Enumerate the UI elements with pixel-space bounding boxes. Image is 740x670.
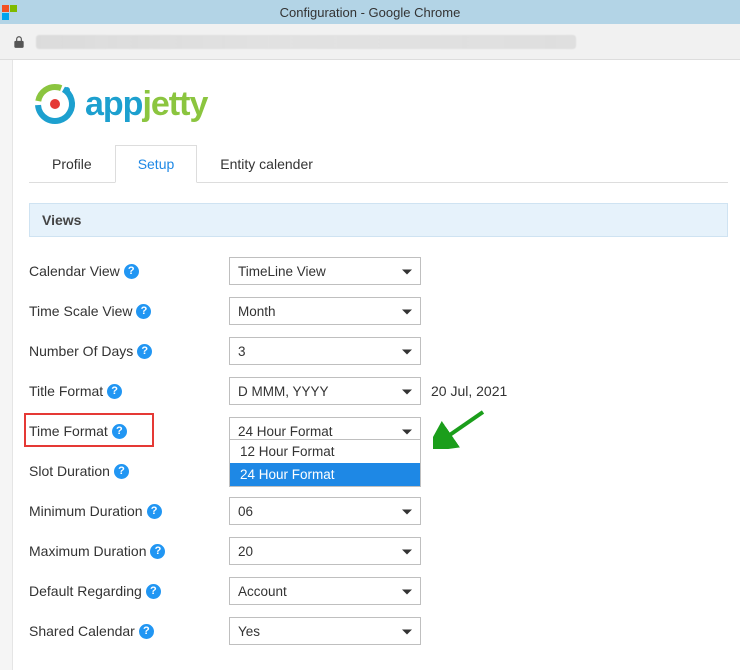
- help-icon[interactable]: ?: [136, 304, 151, 319]
- help-icon[interactable]: ?: [150, 544, 165, 559]
- tab-entity-calendar[interactable]: Entity calender: [197, 145, 336, 183]
- tab-profile[interactable]: Profile: [29, 145, 115, 183]
- windows-icon: [2, 5, 17, 20]
- url-blurred: [36, 35, 576, 49]
- label-time-format: Time Format ?: [29, 423, 229, 439]
- label-number-of-days: Number Of Days ?: [29, 343, 229, 359]
- row-number-of-days: Number Of Days ? 3: [29, 331, 728, 371]
- row-maximum-duration: Maximum Duration ? 20: [29, 531, 728, 571]
- select-number-of-days[interactable]: 3: [229, 337, 421, 365]
- help-icon[interactable]: ?: [137, 344, 152, 359]
- label-slot-duration: Slot Duration ?: [29, 463, 229, 479]
- titlebar: Configuration - Google Chrome: [0, 0, 740, 24]
- row-shared-calendar: Shared Calendar ? Yes: [29, 611, 728, 651]
- dropdown-option-12-hour[interactable]: 12 Hour Format: [230, 440, 420, 463]
- label-default-regarding: Default Regarding ?: [29, 583, 229, 599]
- tab-setup[interactable]: Setup: [115, 145, 198, 183]
- tabs: Profile Setup Entity calender: [29, 144, 728, 183]
- page-content: appjetty Profile Setup Entity calender V…: [12, 60, 740, 670]
- label-maximum-duration: Maximum Duration ?: [29, 543, 229, 559]
- address-bar: [0, 24, 740, 60]
- select-minimum-duration[interactable]: 06: [229, 497, 421, 525]
- row-time-scale-view: Time Scale View ? Month: [29, 291, 728, 331]
- time-format-dropdown: 12 Hour Format 24 Hour Format: [229, 439, 421, 487]
- annotation-arrow-icon: [433, 409, 489, 449]
- app-window: Configuration - Google Chrome appjetty P…: [0, 0, 740, 670]
- select-title-format[interactable]: D MMM, YYYY: [229, 377, 421, 405]
- help-icon[interactable]: ?: [146, 584, 161, 599]
- help-icon[interactable]: ?: [147, 504, 162, 519]
- label-time-scale-view: Time Scale View ?: [29, 303, 229, 319]
- logo-mark-icon: [33, 82, 77, 126]
- select-calendar-view[interactable]: TimeLine View: [229, 257, 421, 285]
- row-calendar-view: Calendar View ? TimeLine View: [29, 251, 728, 291]
- title-format-hint: 20 Jul, 2021: [431, 383, 507, 399]
- label-title-format: Title Format ?: [29, 383, 229, 399]
- select-time-scale-view[interactable]: Month: [229, 297, 421, 325]
- select-default-regarding[interactable]: Account: [229, 577, 421, 605]
- row-title-format: Title Format ? D MMM, YYYY 20 Jul, 2021: [29, 371, 728, 411]
- help-icon[interactable]: ?: [114, 464, 129, 479]
- help-icon[interactable]: ?: [112, 424, 127, 439]
- help-icon[interactable]: ?: [107, 384, 122, 399]
- label-calendar-view: Calendar View ?: [29, 263, 229, 279]
- form: Calendar View ? TimeLine View Time Scale…: [29, 237, 728, 651]
- help-icon[interactable]: ?: [139, 624, 154, 639]
- select-shared-calendar[interactable]: Yes: [229, 617, 421, 645]
- row-time-format: Time Format ? 24 Hour Format 12 Hour For…: [29, 411, 728, 451]
- logo-text: appjetty: [85, 85, 207, 124]
- label-shared-calendar: Shared Calendar ?: [29, 623, 229, 639]
- section-head-views: Views: [29, 203, 728, 237]
- appjetty-logo: appjetty: [29, 72, 728, 144]
- titlebar-left: [0, 5, 17, 20]
- row-default-regarding: Default Regarding ? Account: [29, 571, 728, 611]
- window-title: Configuration - Google Chrome: [280, 5, 461, 20]
- lock-icon: [12, 35, 26, 49]
- dropdown-option-24-hour[interactable]: 24 Hour Format: [230, 463, 420, 486]
- row-minimum-duration: Minimum Duration ? 06: [29, 491, 728, 531]
- select-maximum-duration[interactable]: 20: [229, 537, 421, 565]
- label-minimum-duration: Minimum Duration ?: [29, 503, 229, 519]
- help-icon[interactable]: ?: [124, 264, 139, 279]
